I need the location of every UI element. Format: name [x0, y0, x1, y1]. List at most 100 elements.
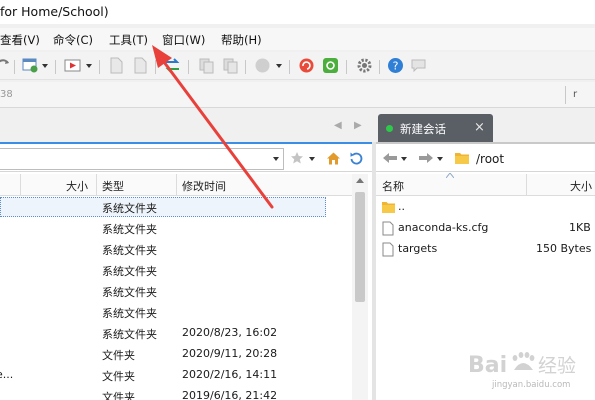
file-icon: [382, 242, 394, 257]
close-icon[interactable]: ×: [474, 120, 485, 135]
local-column-header: 大小 类型 修改时间: [0, 174, 352, 196]
column-header-size[interactable]: 大小: [66, 178, 88, 194]
row-name: e...: [0, 368, 14, 381]
toolbar-separator: [155, 60, 156, 74]
app-green-icon[interactable]: [322, 57, 339, 74]
toolbar-separator: [14, 60, 15, 74]
row-type: 文件夹: [102, 391, 135, 400]
table-row[interactable]: 系统文件夹: [0, 281, 372, 302]
row-modified: 2019/6/16, 21:42: [182, 389, 278, 400]
list-item[interactable]: ..: [376, 197, 595, 218]
menu-command[interactable]: 命令(C): [53, 32, 93, 48]
chevron-down-icon[interactable]: [86, 64, 92, 68]
scrollbar-thumb[interactable]: [355, 192, 365, 302]
item-name: anaconda-ks.cfg: [398, 221, 489, 234]
column-header-type[interactable]: 类型: [102, 178, 124, 194]
table-row[interactable]: 系统文件夹: [0, 260, 372, 281]
menu-tools[interactable]: 工具(T): [109, 32, 148, 48]
connection-status-icon: [386, 125, 393, 132]
chevron-down-icon[interactable]: [309, 157, 315, 161]
remote-path-input[interactable]: /root: [476, 152, 504, 166]
play-icon[interactable]: [64, 57, 81, 74]
table-row[interactable]: 系统文件夹: [0, 218, 372, 239]
local-file-pane: 大小 类型 修改时间 系统文件夹 系统文件夹 系统文件夹 系统文件夹 系统文件夹…: [0, 142, 372, 400]
row-type: 文件夹: [102, 370, 135, 383]
chat-icon[interactable]: [410, 57, 427, 74]
watermark: Bai 经验 jingyan.baidu.com: [466, 346, 592, 394]
table-row[interactable]: 系统文件夹: [0, 197, 372, 218]
list-item[interactable]: anaconda-ks.cfg 1KB: [376, 218, 595, 239]
local-path-bar: [0, 146, 372, 172]
tab-strip: ◀ ▶: [0, 112, 595, 142]
toolbar-separator: [289, 60, 290, 74]
chevron-down-icon[interactable]: [273, 157, 279, 161]
table-row[interactable]: 系统文件夹 2020/8/23, 16:02: [0, 323, 372, 344]
toolbar-separator: [379, 60, 380, 74]
toolbar-separator: [245, 60, 246, 74]
menu-window[interactable]: 窗口(W): [162, 32, 205, 48]
column-header-name[interactable]: 名称: [382, 178, 404, 194]
swirl-icon[interactable]: [298, 57, 315, 74]
table-row[interactable]: e... 文件夹 2020/2/16, 14:11: [0, 365, 372, 386]
row-type: 系统文件夹: [102, 265, 157, 278]
document-copy-icon[interactable]: [132, 57, 149, 74]
column-divider: [176, 174, 177, 196]
svg-text:经验: 经验: [538, 355, 576, 377]
remote-column-header: 名称 大小: [376, 173, 595, 196]
row-modified: 2020/9/11, 20:28: [182, 347, 278, 360]
window-title: for Home/School): [0, 4, 109, 19]
forward-arrow-icon[interactable]: [418, 151, 434, 165]
menu-help[interactable]: 帮助(H): [221, 32, 262, 48]
divider: [565, 86, 566, 104]
title-bar: for Home/School): [0, 0, 595, 24]
tab-prev-button[interactable]: ◀: [334, 120, 342, 131]
table-row[interactable]: 系统文件夹: [0, 302, 372, 323]
chevron-down-icon[interactable]: [401, 157, 407, 161]
table-row[interactable]: 文件夹 2020/9/11, 20:28: [0, 344, 372, 365]
row-modified: 2020/2/16, 14:11: [182, 368, 278, 381]
star-icon[interactable]: [290, 151, 304, 165]
tab-next-button[interactable]: ▶: [354, 120, 362, 131]
row-type: 系统文件夹: [102, 244, 157, 257]
tab-label: 新建会话: [400, 122, 446, 136]
help-icon[interactable]: ?: [387, 57, 404, 74]
column-divider: [96, 174, 97, 196]
address-text: 38: [0, 89, 13, 100]
tab-new-session[interactable]: 新建会话 ×: [378, 114, 493, 142]
paste-icon[interactable]: [222, 57, 239, 74]
item-size: 1KB: [569, 221, 591, 234]
remote-path-bar: /root: [376, 146, 595, 172]
chevron-down-icon[interactable]: [276, 64, 282, 68]
transfer-icon[interactable]: [164, 57, 181, 74]
refresh-icon[interactable]: [0, 57, 11, 74]
chevron-down-icon[interactable]: [42, 64, 48, 68]
circle-icon[interactable]: [254, 57, 271, 74]
toolbar-separator: [346, 60, 347, 74]
local-path-combobox[interactable]: [0, 148, 284, 170]
back-arrow-icon[interactable]: [382, 151, 398, 165]
list-item[interactable]: targets 150 Bytes: [376, 239, 595, 260]
local-vertical-scrollbar[interactable]: [352, 174, 368, 400]
row-selection: [0, 197, 326, 217]
row-modified: 2020/8/23, 16:02: [182, 326, 278, 339]
baidu-jingyan-logo: Bai 经验: [468, 352, 576, 378]
gear-icon[interactable]: [356, 57, 373, 74]
scroll-up-icon[interactable]: [356, 178, 364, 183]
row-type: 文件夹: [102, 349, 135, 362]
column-header-modified[interactable]: 修改时间: [182, 178, 226, 194]
row-type: 系统文件夹: [102, 307, 157, 320]
folder-icon: [454, 151, 470, 165]
document-icon[interactable]: [108, 57, 125, 74]
column-divider: [20, 174, 21, 196]
settings-panel-icon[interactable]: [22, 57, 39, 74]
address-text-right: r: [573, 89, 578, 100]
refresh-icon[interactable]: [349, 151, 364, 166]
chevron-down-icon[interactable]: [437, 157, 443, 161]
copy-icon[interactable]: [198, 57, 215, 74]
table-row[interactable]: 文件夹 2019/6/16, 21:42: [0, 386, 372, 400]
column-header-size[interactable]: 大小: [570, 178, 592, 194]
home-icon[interactable]: [326, 151, 341, 166]
menu-view[interactable]: 查看(V): [0, 32, 40, 48]
table-row[interactable]: 系统文件夹: [0, 239, 372, 260]
item-name: targets: [398, 242, 438, 255]
